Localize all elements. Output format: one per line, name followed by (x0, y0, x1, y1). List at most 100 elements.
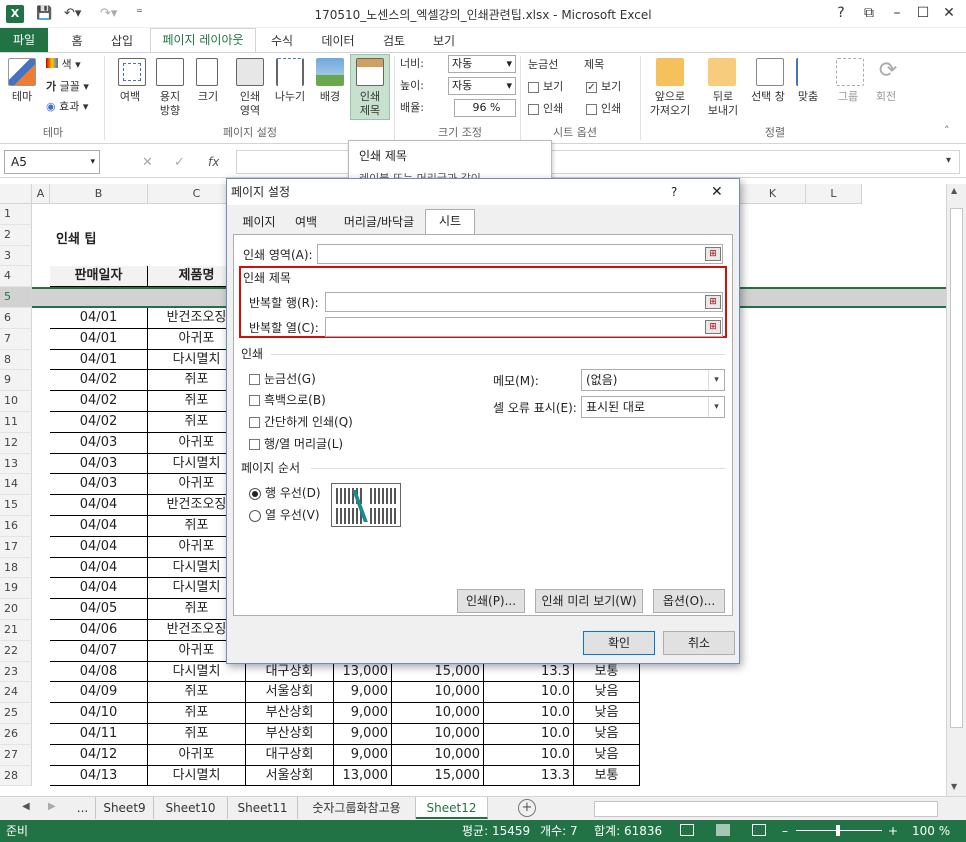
dialog-tab-margins[interactable]: 여백 (283, 211, 329, 233)
formula-input[interactable] (236, 150, 960, 174)
over-then-down-radio[interactable]: 열 우선(V) (249, 507, 320, 523)
price-cell[interactable]: 15,000 (392, 661, 484, 683)
background-button[interactable]: 배경 (310, 90, 350, 104)
name-box[interactable]: A5 ▾ (4, 150, 100, 174)
row-header[interactable]: 9 (0, 370, 32, 392)
price-cell[interactable]: 10,000 (392, 682, 484, 704)
tab-home[interactable]: 홈 (62, 30, 92, 52)
row-header[interactable]: 11 (0, 412, 32, 433)
tab-insert[interactable]: 삽입 (104, 30, 140, 52)
send-backward-button[interactable]: 뒤로 보내기 (698, 90, 748, 118)
function-icon[interactable]: fx (208, 155, 219, 169)
sheet-tab-sheet12[interactable]: Sheet12 (416, 797, 488, 819)
sheet-tab-grouping[interactable]: 숫자그룹화참고용 (298, 797, 416, 819)
column-header-l[interactable]: L (806, 184, 862, 204)
date-cell[interactable]: 04/01 (50, 308, 148, 329)
ribbon-display-button[interactable]: ⧉ (858, 3, 880, 23)
date-cell[interactable]: 04/13 (50, 765, 148, 787)
date-cell[interactable]: 04/01 (50, 349, 148, 371)
row-header[interactable]: 5 (0, 287, 32, 308)
grade-cell[interactable]: 낮음 (574, 744, 640, 766)
tab-review[interactable]: 검토 (376, 30, 412, 52)
price-cell[interactable]: 15,000 (392, 765, 484, 787)
size-button[interactable]: 크기 (190, 90, 226, 104)
print-preview-button[interactable]: 인쇄 미리 보기(W) (535, 589, 643, 613)
theme-fonts-button[interactable]: 가 글꼴 ▾ (46, 80, 89, 94)
new-sheet-icon[interactable]: + (518, 799, 536, 817)
date-cell[interactable]: 04/10 (50, 703, 148, 724)
margins-icon[interactable] (118, 58, 146, 86)
print-button[interactable]: 인쇄(P)... (457, 589, 525, 613)
gridlines-checkbox[interactable]: 눈금선(G) (249, 371, 316, 387)
collapse-ribbon-icon[interactable]: ˄ (944, 124, 950, 137)
headings-view-checkbox[interactable]: ✓ 보기 (586, 80, 621, 94)
scroll-thumb[interactable] (950, 208, 963, 728)
grade-cell[interactable]: 보통 (574, 765, 640, 787)
next-sheet-icon[interactable]: ▶ (48, 801, 56, 812)
date-cell[interactable]: 04/06 (50, 620, 148, 641)
product-cell[interactable]: 다시멸치 (148, 765, 246, 787)
cost-cell[interactable]: 13,000 (334, 661, 392, 683)
rate-cell[interactable]: 13.3 (484, 765, 574, 787)
row-header[interactable]: 1 (0, 204, 32, 225)
prev-sheet-icon[interactable]: ◀ (22, 801, 30, 812)
date-cell[interactable]: 04/03 (50, 432, 148, 454)
rate-cell[interactable]: 10.0 (484, 744, 574, 766)
product-cell[interactable]: 쥐포 (148, 682, 246, 704)
store-cell[interactable]: 서울상회 (246, 765, 334, 787)
date-cell[interactable]: 04/02 (50, 370, 148, 392)
store-cell[interactable]: 부산상회 (246, 724, 334, 745)
row-header[interactable]: 2 (0, 224, 32, 246)
date-cell[interactable]: 04/04 (50, 495, 148, 516)
column-header-b[interactable]: B (50, 184, 148, 204)
store-cell[interactable]: 대구상회 (246, 661, 334, 683)
zoom-level[interactable]: 100 % (912, 820, 950, 842)
row-header[interactable]: 27 (0, 744, 32, 766)
date-cell[interactable]: 04/12 (50, 744, 148, 766)
cell-errors-select[interactable]: 표시된 대로 ▾ (581, 396, 725, 418)
rate-cell[interactable]: 10.0 (484, 724, 574, 745)
store-cell[interactable]: 대구상회 (246, 744, 334, 766)
enter-icon[interactable]: ✓ (174, 155, 185, 170)
print-area-icon[interactable] (236, 58, 264, 86)
horizontal-scrollbar[interactable] (594, 801, 938, 817)
row-header[interactable]: 28 (0, 765, 32, 787)
date-cell[interactable]: 04/02 (50, 412, 148, 433)
row-header[interactable]: 6 (0, 308, 32, 329)
headings-print-checkbox[interactable]: 인쇄 (586, 102, 621, 116)
row-header[interactable]: 12 (0, 432, 32, 454)
group-objects-button[interactable]: 그룹 (830, 90, 866, 104)
date-cell[interactable]: 04/01 (50, 328, 148, 350)
rotate-button[interactable]: 회전 (868, 90, 904, 104)
dialog-close-button[interactable]: ✕ (711, 184, 723, 200)
column-header-k[interactable]: K (740, 184, 806, 204)
bring-forward-icon[interactable] (656, 58, 684, 86)
zoom-out-icon[interactable]: – (782, 820, 788, 842)
black-white-checkbox[interactable]: 흑백으로(B) (249, 392, 326, 408)
rotate-icon[interactable]: ⟳ (874, 58, 902, 86)
row-header[interactable]: 20 (0, 599, 32, 620)
row-header[interactable]: 19 (0, 578, 32, 600)
cost-cell[interactable]: 9,000 (334, 703, 392, 724)
down-then-over-radio[interactable]: 행 우선(D) (249, 485, 321, 501)
date-cell[interactable]: 04/04 (50, 516, 148, 537)
tab-page-layout[interactable]: 페이지 레이아웃 (150, 28, 256, 53)
size-icon[interactable] (196, 58, 218, 86)
print-area-input[interactable] (317, 244, 723, 264)
row-header[interactable]: 17 (0, 536, 32, 558)
row-header[interactable]: 24 (0, 682, 32, 704)
print-area-range-icon[interactable]: ⊞ (705, 247, 721, 261)
sheet-tab-sheet11[interactable]: Sheet11 (228, 797, 298, 819)
height-combo[interactable]: 자동 ▾ (448, 77, 516, 95)
row-header[interactable]: 7 (0, 328, 32, 350)
print-area-button[interactable]: 인쇄 영역 (228, 90, 272, 118)
row-header[interactable]: 26 (0, 724, 32, 745)
send-backward-icon[interactable] (708, 58, 736, 86)
align-button[interactable]: 맞춤 (790, 90, 826, 104)
minimize-button[interactable]: – (886, 3, 908, 23)
scroll-down-icon[interactable]: ▼ (951, 782, 957, 791)
print-titles-icon[interactable] (356, 58, 384, 86)
row-header[interactable]: 10 (0, 391, 32, 412)
product-cell[interactable]: 쥐포 (148, 724, 246, 745)
grade-cell[interactable]: 보통 (574, 661, 640, 683)
